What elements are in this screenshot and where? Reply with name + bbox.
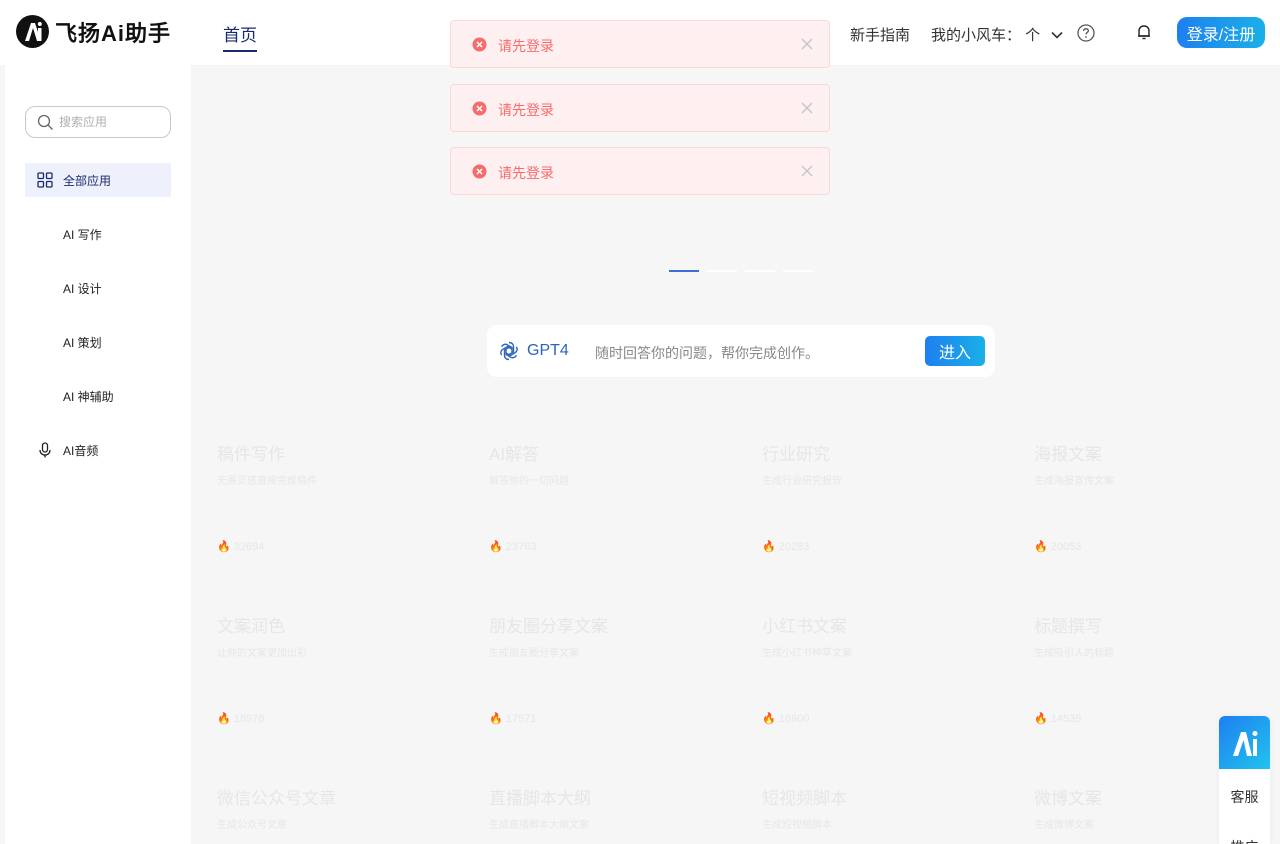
carousel-dot-2[interactable] [707,270,737,272]
app-card[interactable]: 微信公众号文章 生成公众号文章 [217,784,467,844]
app-card[interactable]: 直播脚本大纲 生成直播脚本大纲文案 [489,784,739,844]
sidebar-item-ai-writing[interactable]: AI 写作 [25,217,171,251]
sidebar-item-all-apps[interactable]: 全部应用 [25,163,171,197]
sidebar-item-ai-audio[interactable]: AI音频 [25,433,171,467]
gpt4-label: GPT4 [527,342,569,359]
gpt4-enter-button[interactable]: 进入 [925,336,985,366]
search-icon [37,114,53,130]
error-circle-icon [472,37,487,52]
app-card-title: 文案润色 [217,617,285,636]
app-card-title: 海报文案 [1034,445,1102,464]
app-card-desc: 解答你的一切问题 [489,476,569,487]
carousel-dot-1[interactable] [669,270,699,272]
app-card[interactable]: 短视频脚本 生成短视频脚本 [762,784,1012,844]
app-card-title: 短视频脚本 [762,789,847,808]
app-card-title: 行业研究 [762,445,830,464]
sidebar-item-label: AI 策划 [63,335,102,350]
app-card-count: 🔥 23763 [489,541,537,553]
app-card-title: 稿件写作 [217,445,285,464]
app-card-desc: 生成微博文案 [1034,820,1094,831]
close-icon[interactable] [801,38,813,50]
app-card-title: 小红书文案 [762,617,847,636]
chevron-down-icon [1051,31,1063,39]
app-card-count: 🔥 32694 [217,541,265,553]
app-card-desc: 生成海报宣传文案 [1034,476,1114,487]
app-card-desc: 无需灵感直接完成稿件 [217,476,317,487]
microphone-icon [39,442,51,458]
app-card-desc: 生成吸引人的标题 [1034,648,1114,659]
search-box[interactable] [25,106,171,138]
toast-message: 请先登录 [498,38,554,54]
carousel-indicators [669,270,821,272]
close-icon[interactable] [801,165,813,177]
login-register-button[interactable]: 登录/注册 [1177,17,1265,48]
sidebar-item-ai-planning[interactable]: AI 策划 [25,325,171,359]
gpt4-description: 随时回答你的问题，帮你完成创作。 [595,345,819,361]
logo-mark-icon [16,15,49,48]
nav-car-label: 我的小风车： 个 [931,27,1041,44]
app-card-count: 🔥 20053 [1034,541,1082,553]
app-card[interactable]: 稿件写作 无需灵感直接完成稿件 🔥 32694 [217,440,467,590]
app-card-desc: 生成公众号文章 [217,820,287,831]
sidebar-item-ai-assistant[interactable]: AI 神辅助 [25,379,171,413]
app-card-title: 微信公众号文章 [217,789,336,808]
close-icon[interactable] [801,102,813,114]
app-card-count: 🔥 16600 [762,713,810,725]
app-card-title: 标题撰写 [1034,617,1102,636]
app-card-title: 朋友圈分享文案 [489,617,608,636]
app-card-desc: 让你的文案更加出彩 [217,648,307,659]
sidebar-item-ai-design[interactable]: AI 设计 [25,271,171,305]
grid-icon [37,172,53,188]
app-card[interactable]: 行业研究 生成行业研究报告 🔥 20283 [762,440,1012,590]
app-card[interactable]: AI解答 解答你的一切问题 🔥 23763 [489,440,739,590]
app-card-title: AI解答 [489,445,540,464]
promotion-button[interactable]: 推广 [1219,837,1270,844]
sidebar-item-label: AI 写作 [63,227,102,242]
nav-guide[interactable]: 新手指南 [850,24,910,45]
app-card[interactable]: 文案润色 让你的文案更加出彩 🔥 18978 [217,612,467,762]
logo[interactable]: 飞扬Ai助手 [16,15,171,48]
app-card-desc: 生成小红书种草文案 [762,648,852,659]
error-toast: 请先登录 [450,147,830,195]
error-toast: 请先登录 [450,84,830,132]
nav-car-dropdown[interactable]: 我的小风车： 个 [931,24,1064,45]
sidebar-item-label: AI 设计 [63,281,102,296]
floating-service-panel: 客服 推广 [1219,716,1270,844]
app-card-count: 🔥 18978 [217,713,265,725]
carousel-dot-3[interactable] [745,270,775,272]
error-circle-icon [472,101,487,116]
app-card[interactable]: 标题撰写 生成吸引人的标题 🔥 14535 [1034,612,1214,762]
bell-icon[interactable] [1135,23,1153,41]
app-card-count: 🔥 14535 [1034,713,1082,725]
openai-icon [500,341,518,361]
error-toast: 请先登录 [450,20,830,68]
search-input[interactable] [59,115,159,129]
toast-message: 请先登录 [498,102,554,118]
sidebar: 全部应用 AI 写作 AI 设计 AI 策划 AI 神辅助 AI音频 [5,65,191,844]
sidebar-item-label: 全部应用 [63,173,112,188]
app-card-desc: 生成朋友圈分享文案 [489,648,579,659]
customer-service-button[interactable]: 客服 [1219,787,1270,807]
app-card[interactable]: 朋友圈分享文案 生成朋友圈分享文案 🔥 17571 [489,612,739,762]
error-circle-icon [472,164,487,179]
app-card[interactable]: 微博文案 生成微博文案 [1034,784,1214,844]
app-card-count: 🔥 17571 [489,713,537,725]
gpt4-entry-bar: GPT4 随时回答你的问题，帮你完成创作。 进入 [487,325,995,377]
app-card-desc: 生成行业研究报告 [762,476,842,487]
toast-message: 请先登录 [498,165,554,181]
nav-home[interactable]: 首页 [223,21,257,52]
app-card-desc: 生成直播脚本大纲文案 [489,820,589,831]
app-card[interactable]: 海报文案 生成海报宣传文案 🔥 20053 [1034,440,1214,590]
app-card-title: 微博文案 [1034,789,1102,808]
sidebar-item-label: AI 神辅助 [63,389,114,404]
logo-text: 飞扬Ai助手 [55,20,172,46]
float-logo-icon[interactable] [1219,716,1270,769]
app-card-title: 直播脚本大纲 [489,789,591,808]
sidebar-item-label: AI音频 [63,443,99,458]
carousel-dot-4[interactable] [783,270,813,272]
app-card[interactable]: 小红书文案 生成小红书种草文案 🔥 16600 [762,612,1012,762]
app-card-desc: 生成短视频脚本 [762,820,832,831]
help-icon[interactable] [1077,24,1095,42]
app-card-count: 🔥 20283 [762,541,810,553]
